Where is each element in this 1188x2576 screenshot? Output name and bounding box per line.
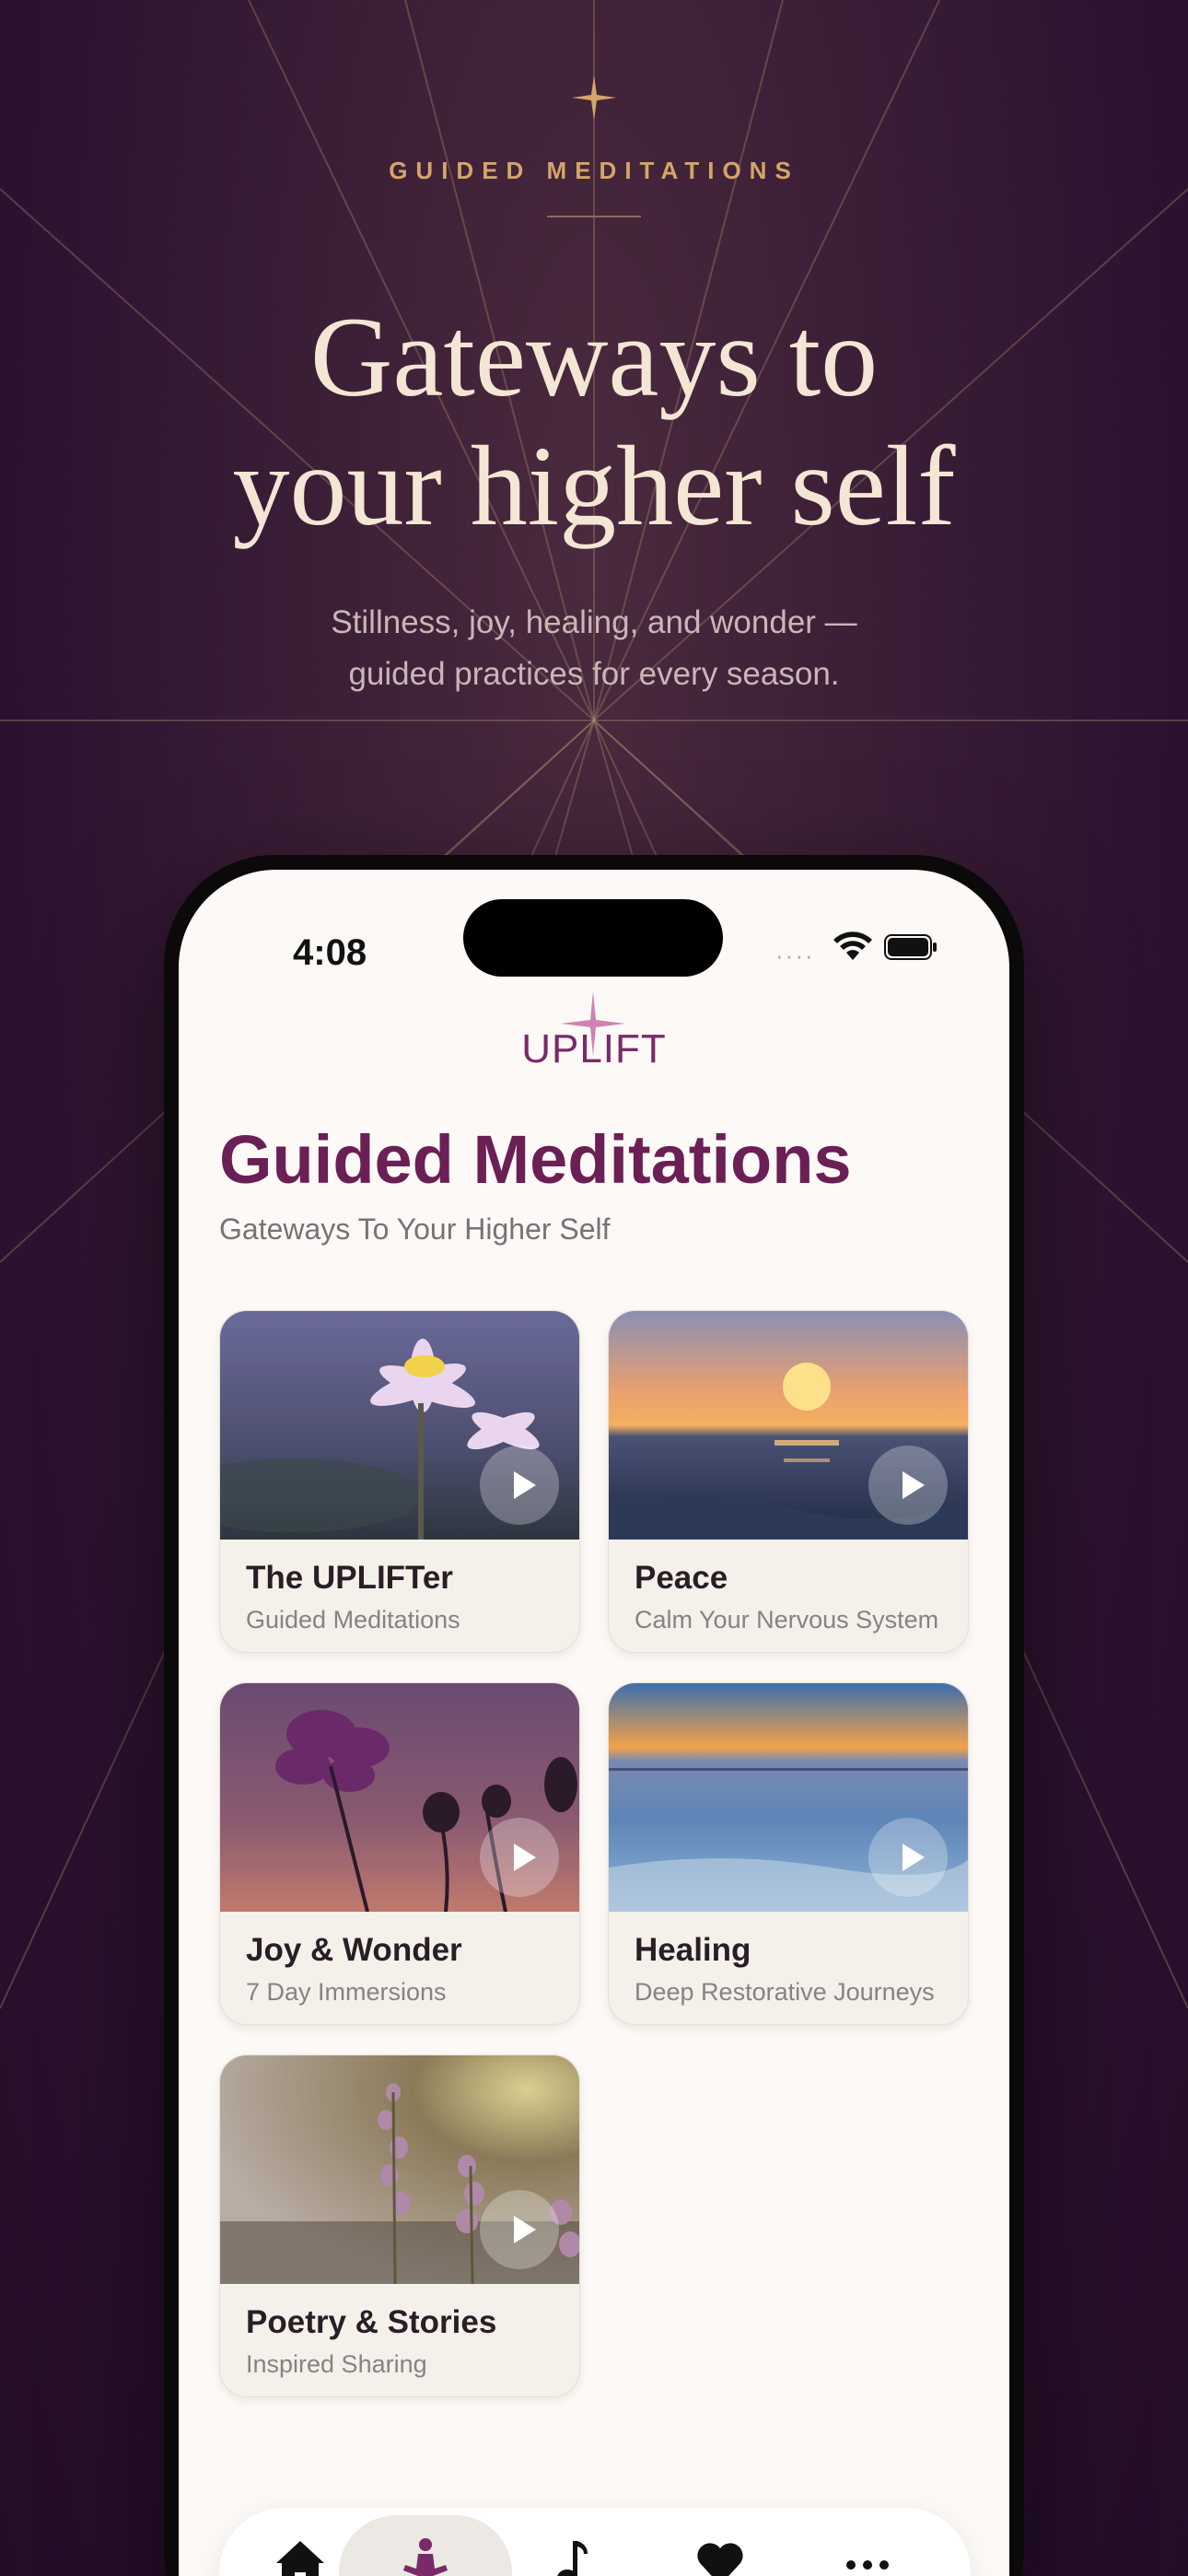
play-button[interactable] — [480, 1446, 559, 1525]
page-subtitle: Gateways To Your Higher Self — [219, 1212, 611, 1246]
play-button[interactable] — [480, 2190, 559, 2269]
headline-line-1: Gateways to — [309, 294, 879, 420]
battery-icon — [884, 934, 937, 960]
wifi-icon — [833, 931, 872, 960]
card-subtitle: 7 Day Immersions — [246, 1978, 447, 2006]
meditation-icon — [403, 2538, 448, 2576]
phone-frame: 4:08 ···· UPLIFT Guided Meditations Gate… — [164, 855, 1024, 2576]
play-icon — [514, 2216, 536, 2243]
card-subtitle: Calm Your Nervous System — [635, 1606, 939, 1633]
eyebrow-label: GUIDED MEDITATIONS — [389, 157, 799, 184]
card-subtitle: Inspired Sharing — [246, 2350, 427, 2378]
card-title: The UPLIFTer — [246, 1560, 453, 1596]
play-button[interactable] — [480, 1818, 559, 1897]
music-note-icon — [557, 2541, 588, 2576]
heart-icon — [697, 2543, 743, 2576]
tab-home[interactable] — [254, 2528, 346, 2576]
home-icon — [276, 2541, 324, 2576]
more-icon — [846, 2560, 889, 2570]
dynamic-island — [463, 899, 723, 977]
eyebrow-divider — [547, 216, 641, 217]
status-time: 4:08 — [293, 932, 367, 973]
logo-text: UPLIFT — [521, 1026, 667, 1071]
card-title: Poetry & Stories — [246, 2304, 497, 2340]
tab-favorites[interactable] — [674, 2528, 766, 2576]
headline-line-2: your higher self — [232, 423, 956, 549]
play-icon — [514, 1471, 536, 1499]
play-icon — [903, 1471, 925, 1499]
signal-icon: ···· — [775, 942, 815, 969]
tab-bar — [219, 2508, 971, 2576]
meditation-card[interactable]: The UPLIFTer Guided Meditations — [219, 1310, 580, 1653]
card-title: Peace — [635, 1560, 728, 1596]
meditation-card[interactable]: Poetry & Stories Inspired Sharing — [219, 2055, 580, 2397]
hero-subline: Stillness, joy, healing, and wonder — gu… — [0, 597, 1188, 700]
sparkle-icon — [572, 76, 616, 120]
card-title: Healing — [635, 1932, 751, 1968]
card-subtitle: Guided Meditations — [246, 1606, 460, 1633]
subline-line-1: Stillness, joy, healing, and wonder — — [331, 604, 857, 640]
play-icon — [903, 1844, 925, 1871]
card-subtitle: Deep Restorative Journeys — [635, 1978, 935, 2006]
subline-line-2: guided practices for every season. — [348, 656, 840, 692]
meditation-card[interactable]: Healing Deep Restorative Journeys — [608, 1682, 969, 2025]
page-title: Guided Meditations — [219, 1121, 852, 1198]
tab-more[interactable] — [821, 2528, 914, 2576]
play-icon — [514, 1844, 536, 1871]
play-button[interactable] — [868, 1446, 948, 1525]
card-title: Joy & Wonder — [246, 1932, 462, 1968]
meditation-card[interactable]: Joy & Wonder 7 Day Immersions — [219, 1682, 580, 2025]
phone-screen: 4:08 ···· UPLIFT Guided Meditations Gate… — [179, 870, 1009, 2576]
play-button[interactable] — [868, 1818, 948, 1897]
tab-music[interactable] — [527, 2528, 619, 2576]
tab-meditations[interactable] — [379, 2528, 472, 2576]
meditation-card[interactable]: Peace Calm Your Nervous System — [608, 1310, 969, 1653]
app-logo: UPLIFT — [179, 991, 1009, 1071]
hero-headline: Gateways to your higher self — [0, 293, 1188, 551]
